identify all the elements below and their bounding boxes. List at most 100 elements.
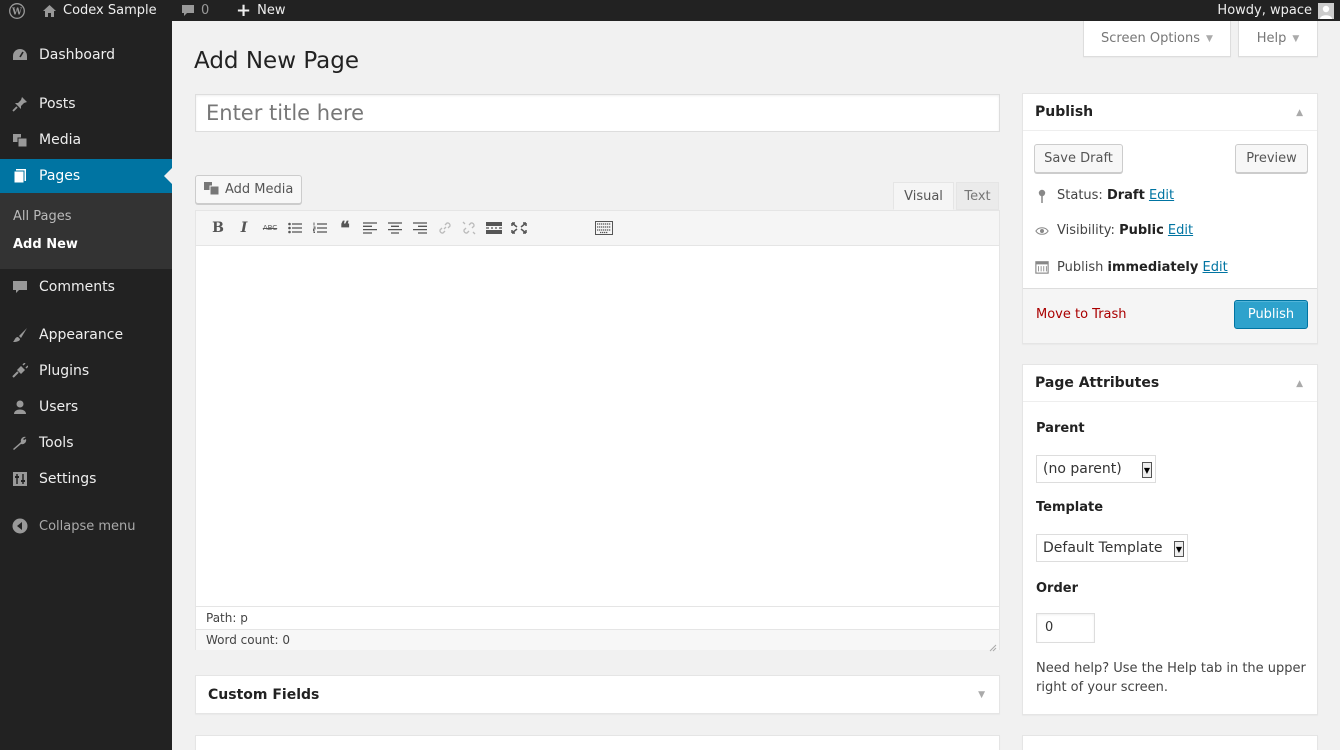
title-input[interactable]: Enter title here xyxy=(195,94,1000,132)
custom-fields-box[interactable]: Custom Fields ▼ xyxy=(195,675,1000,714)
toolbar-toggle-icon[interactable] xyxy=(595,219,613,237)
menu-users[interactable]: Users xyxy=(0,390,172,424)
divider xyxy=(1023,130,1317,131)
template-value: Default Template xyxy=(1043,540,1163,556)
caret-up-icon[interactable]: ▲ xyxy=(1296,379,1303,389)
parent-select[interactable]: (no parent) ▼ xyxy=(1036,455,1156,483)
media-icon xyxy=(204,181,220,199)
tab-visual[interactable]: Visual xyxy=(893,182,954,210)
home-icon xyxy=(42,4,57,18)
align-center-icon[interactable] xyxy=(386,219,404,237)
content-editor[interactable]: B I ABC ❝ Path: p Word count: 0 xyxy=(195,210,1000,652)
unlink-icon[interactable] xyxy=(460,219,478,237)
submenu-add-new[interactable]: Add New xyxy=(13,237,78,252)
calendar-icon xyxy=(1035,259,1049,275)
plug-icon xyxy=(12,363,28,379)
publish-actions: Move to Trash Publish xyxy=(1023,288,1317,343)
bulleted-list-icon[interactable] xyxy=(286,219,304,237)
blockquote-icon[interactable]: ❝ xyxy=(336,218,354,239)
numbered-list-icon[interactable] xyxy=(311,219,329,237)
template-select[interactable]: Default Template ▼ xyxy=(1036,534,1188,562)
edit-status-link[interactable]: Edit xyxy=(1149,188,1174,203)
account-menu[interactable]: Howdy, wpace xyxy=(1217,0,1334,21)
menu-comments[interactable]: Comments xyxy=(0,270,172,304)
align-right-icon[interactable] xyxy=(411,219,429,237)
publish-box: Publish ▲ Save Draft Preview Status: Dra… xyxy=(1022,93,1318,344)
menu-label: Settings xyxy=(39,471,97,487)
collapse-label: Collapse menu xyxy=(39,518,136,534)
parent-label: Parent xyxy=(1036,421,1085,436)
user-icon xyxy=(12,399,28,415)
eye-icon xyxy=(1035,226,1049,236)
submenu-all-pages[interactable]: All Pages xyxy=(13,209,72,224)
preview-button[interactable]: Preview xyxy=(1235,144,1308,173)
screen-options-label: Screen Options xyxy=(1101,31,1201,46)
menu-appearance[interactable]: Appearance xyxy=(0,318,172,352)
screen-options-tab[interactable]: Screen Options ▼ xyxy=(1083,21,1231,57)
add-media-button[interactable]: Add Media xyxy=(195,175,302,204)
next-postbox xyxy=(195,735,1000,750)
menu-posts[interactable]: Posts xyxy=(0,87,172,121)
parent-value: (no parent) xyxy=(1043,461,1122,477)
pages-icon xyxy=(12,168,28,184)
comments-link[interactable]: 0 xyxy=(181,0,209,21)
wordpress-logo-icon[interactable]: W xyxy=(9,0,25,21)
pages-submenu: All Pages Add New xyxy=(0,193,172,269)
publish-button[interactable]: Publish xyxy=(1234,300,1308,329)
visibility-row: Visibility: Public Edit xyxy=(1035,223,1193,238)
menu-label: Dashboard xyxy=(39,47,115,63)
pin-icon xyxy=(1035,189,1049,203)
menu-pages[interactable]: Pages xyxy=(0,159,172,193)
read-more-icon[interactable] xyxy=(485,219,503,237)
editor-path: Path: p xyxy=(196,606,999,629)
strikethrough-icon[interactable]: ABC xyxy=(261,219,279,237)
edit-visibility-link[interactable]: Edit xyxy=(1168,223,1193,238)
page-title: Add New Page xyxy=(194,48,359,74)
menu-settings[interactable]: Settings xyxy=(0,462,172,496)
help-text: Need help? Use the Help tab in the upper… xyxy=(1036,661,1306,695)
menu-label: Appearance xyxy=(39,327,124,343)
menu-media[interactable]: Media xyxy=(0,123,172,157)
link-icon[interactable] xyxy=(436,219,454,237)
help-tab[interactable]: Help ▼ xyxy=(1238,21,1318,57)
custom-fields-title: Custom Fields xyxy=(208,687,320,703)
add-media-label: Add Media xyxy=(225,182,294,197)
caret-down-icon: ▼ xyxy=(1206,33,1213,44)
visibility-label: Visibility: xyxy=(1057,223,1115,238)
collapse-arrow-icon xyxy=(12,518,28,534)
resize-handle-icon[interactable] xyxy=(987,638,997,652)
collapse-menu-button[interactable]: Collapse menu xyxy=(0,509,172,543)
menu-label: Media xyxy=(39,132,82,148)
move-to-trash-link[interactable]: Move to Trash xyxy=(1036,307,1127,322)
admin-bar: W Codex Sample 0 + New Howdy, wpace xyxy=(0,0,1340,21)
order-label: Order xyxy=(1036,581,1078,596)
svg-text:W: W xyxy=(11,7,23,17)
new-content-link[interactable]: + New xyxy=(236,0,285,21)
menu-dashboard[interactable]: Dashboard xyxy=(0,38,172,72)
caret-up-icon[interactable]: ▲ xyxy=(1296,108,1303,118)
edit-schedule-link[interactable]: Edit xyxy=(1203,260,1228,275)
visibility-value: Public xyxy=(1119,223,1164,238)
fullscreen-icon[interactable] xyxy=(510,219,528,237)
tab-text[interactable]: Text xyxy=(956,182,999,210)
status-label: Status: xyxy=(1057,188,1103,203)
brush-icon xyxy=(12,327,28,343)
greeting: Howdy, wpace xyxy=(1217,2,1312,18)
menu-label: Tools xyxy=(39,435,74,451)
menu-plugins[interactable]: Plugins xyxy=(0,354,172,388)
order-input[interactable]: 0 xyxy=(1036,613,1095,643)
caret-down-icon: ▼ xyxy=(1292,33,1300,44)
align-left-icon[interactable] xyxy=(361,219,379,237)
menu-tools[interactable]: Tools xyxy=(0,426,172,460)
bold-icon[interactable]: B xyxy=(209,219,227,237)
dropdown-arrow-icon: ▼ xyxy=(1174,541,1184,557)
save-draft-button[interactable]: Save Draft xyxy=(1034,144,1123,173)
plus-icon: + xyxy=(236,0,252,21)
caret-down-icon[interactable]: ▼ xyxy=(978,690,985,700)
comment-icon xyxy=(181,4,195,17)
avatar xyxy=(1318,2,1334,19)
page-attributes-title: Page Attributes xyxy=(1035,375,1160,391)
italic-icon[interactable]: I xyxy=(235,219,253,237)
site-name-link[interactable]: Codex Sample xyxy=(42,0,157,21)
menu-label: Plugins xyxy=(39,363,90,379)
